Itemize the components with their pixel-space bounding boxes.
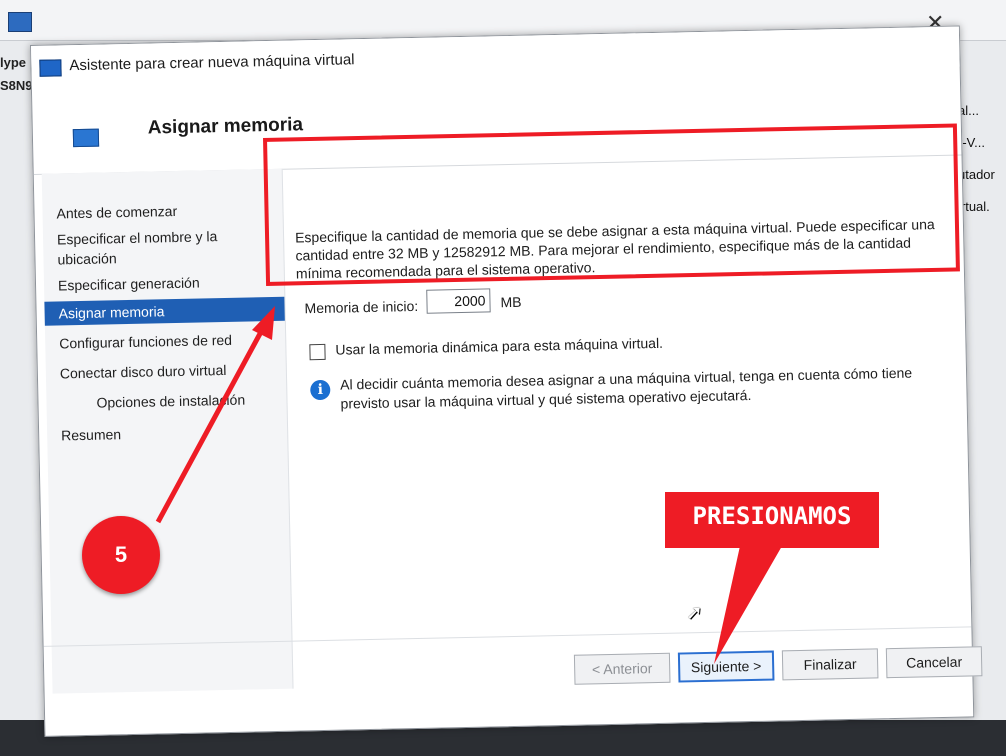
nav-step-assign-memory[interactable]: Asignar memoria — [44, 296, 285, 326]
nav-step-before-you-begin[interactable]: Antes de comenzar — [42, 199, 282, 224]
info-icon: i — [310, 379, 331, 401]
background-left-label-1: lype — [0, 55, 27, 70]
background-action-item[interactable]: utador — [958, 159, 1006, 191]
next-button[interactable]: Siguiente > — [677, 650, 775, 683]
monitor-icon — [39, 59, 62, 77]
dynamic-memory-checkbox[interactable] — [309, 343, 326, 361]
memory-page-icon — [72, 128, 100, 148]
background-left-label-2: S8N9 — [0, 78, 33, 93]
nav-step-networking[interactable]: Configurar funciones de red — [45, 329, 285, 354]
step-number-badge: 5 — [82, 516, 160, 594]
memory-highlight-box — [263, 123, 960, 286]
hyperv-app-icon — [8, 12, 32, 32]
memory-unit-label: MB — [500, 293, 522, 311]
cancel-button[interactable]: Cancelar — [885, 646, 983, 679]
background-action-item[interactable]: irtual. — [958, 191, 1006, 223]
nav-step-generation[interactable]: Especificar generación — [44, 271, 284, 296]
finish-button[interactable]: Finalizar — [781, 648, 879, 681]
background-actions-list: al... r-V... utador irtual. — [958, 95, 1006, 223]
nav-step-install-options[interactable]: Opciones de instalación — [46, 389, 286, 414]
dynamic-memory-label[interactable]: Usar la memoria dinámica para esta máqui… — [335, 335, 663, 358]
background-action-item[interactable]: r-V... — [958, 127, 1006, 159]
background-action-item[interactable]: al... — [958, 95, 1006, 127]
nav-step-summary[interactable]: Resumen — [47, 421, 287, 446]
memory-info-text: Al decidir cuánta memoria desea asignar … — [340, 364, 913, 412]
nav-step-name-location[interactable]: Especificar el nombre y la ubicación — [43, 225, 264, 270]
wizard-title: Asistente para crear nueva máquina virtu… — [69, 51, 355, 75]
startup-memory-label: Memoria de inicio: — [304, 297, 419, 317]
mouse-cursor-icon: ➚ — [686, 602, 703, 624]
startup-memory-input[interactable] — [426, 288, 491, 314]
back-button[interactable]: < Anterior — [573, 652, 671, 685]
callout-label: PRESIONAMOS — [665, 492, 879, 548]
page-title: Asignar memoria — [147, 114, 304, 139]
wizard-steps-nav: Antes de comenzar Especificar el nombre … — [41, 168, 294, 694]
nav-step-virtual-disk[interactable]: Conectar disco duro virtual — [46, 359, 286, 384]
